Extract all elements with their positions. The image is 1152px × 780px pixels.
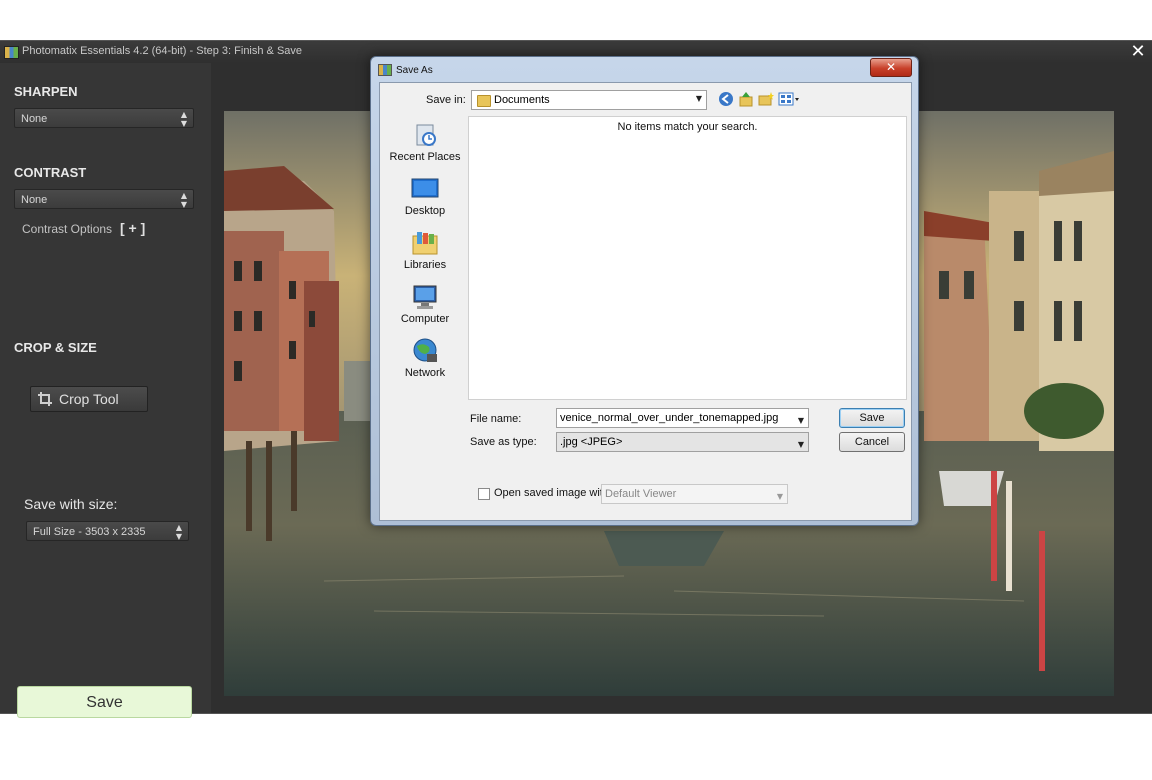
place-libraries[interactable]: Libraries (384, 230, 466, 271)
close-icon[interactable]: ✕ (1128, 42, 1148, 62)
sharpen-select-value: None (21, 113, 48, 125)
place-computer[interactable]: Computer (384, 284, 466, 325)
network-icon (411, 338, 439, 364)
app-icon (4, 46, 19, 59)
select-arrows-icon: ▲ ▼ (180, 191, 187, 209)
recent-places-icon (411, 122, 439, 148)
computer-icon (411, 284, 439, 310)
save-as-dialog: Save As ✕ Save in: Documents ▼ Recent Pl… (370, 56, 919, 526)
chevron-down-icon: ▼ (797, 440, 804, 449)
open-saved-checkbox[interactable] (478, 488, 490, 500)
place-label: Recent Places (389, 151, 461, 163)
contrast-options-label: Contrast Options (22, 222, 113, 236)
empty-list-message: No items match your search. (617, 121, 758, 133)
place-label: Desktop (404, 205, 446, 217)
file-name-value: venice_normal_over_under_tonemapped.jpg (560, 412, 779, 424)
save-type-select[interactable]: .jpg <JPEG> ▼ (556, 432, 809, 452)
settings-sidebar: SHARPEN None ▲ ▼ CONTRAST None ▲ ▼ Contras… (0, 63, 211, 718)
open-saved-label: Open saved image with: (494, 487, 613, 499)
place-desktop[interactable]: Desktop (384, 176, 466, 217)
save-type-label: Save as type: (470, 436, 537, 448)
folder-icon (477, 95, 491, 107)
sharpen-title: SHARPEN (14, 84, 78, 99)
up-folder-icon[interactable] (738, 91, 754, 107)
desktop-icon (411, 176, 439, 202)
crop-size-title: CROP & SIZE (14, 340, 97, 355)
dialog-save-button[interactable]: Save (839, 408, 905, 428)
back-icon[interactable] (718, 91, 734, 107)
save-in-value: Documents (494, 94, 550, 106)
file-name-input[interactable]: venice_normal_over_under_tonemapped.jpg … (556, 408, 809, 428)
crop-tool-label: Crop Tool (59, 391, 119, 407)
contrast-options-toggle[interactable]: [ + ] (120, 220, 145, 236)
view-menu-icon[interactable] (778, 91, 800, 107)
dialog-title: Save As (396, 65, 433, 76)
crop-tool-button[interactable]: Crop Tool (30, 386, 148, 412)
dialog-cancel-button[interactable]: Cancel (839, 432, 905, 452)
contrast-select[interactable]: None ▲ ▼ (14, 189, 194, 209)
dialog-close-button[interactable]: ✕ (870, 58, 912, 77)
select-arrows-icon: ▲ ▼ (180, 110, 187, 128)
save-size-select[interactable]: Full Size - 3503 x 2335 ▲ ▼ (26, 521, 189, 541)
save-type-value: .jpg <JPEG> (560, 436, 623, 448)
place-label: Network (404, 367, 446, 379)
save-button[interactable]: Save (17, 686, 192, 718)
new-folder-icon[interactable] (758, 91, 774, 107)
place-recent-places[interactable]: Recent Places (384, 122, 466, 163)
place-network[interactable]: Network (384, 338, 466, 379)
file-list[interactable]: No items match your search. (468, 116, 907, 400)
contrast-title: CONTRAST (14, 165, 87, 180)
crop-icon (38, 392, 52, 406)
save-size-value: Full Size - 3503 x 2335 (33, 526, 146, 538)
dialog-app-icon (378, 64, 392, 76)
save-in-label: Save in: (426, 94, 466, 106)
libraries-icon (411, 230, 439, 256)
place-label: Libraries (403, 259, 447, 271)
file-name-label: File name: (470, 413, 522, 425)
window-title: Photomatix Essentials 4.2 (64-bit) - Ste… (22, 45, 303, 57)
chevron-down-icon: ▼ (776, 492, 783, 501)
save-size-label: Save with size: (24, 496, 118, 512)
places-bar: Recent Places Desktop Libraries Computer (384, 116, 466, 406)
select-arrows-icon: ▲ ▼ (175, 523, 182, 541)
sharpen-select[interactable]: None ▲ ▼ (14, 108, 194, 128)
dialog-body: Save in: Documents ▼ Recent Places Deskt… (379, 82, 912, 521)
save-in-combo[interactable]: Documents ▼ (471, 90, 707, 110)
chevron-down-icon: ▼ (695, 94, 702, 103)
viewer-value: Default Viewer (605, 488, 677, 500)
viewer-select[interactable]: Default Viewer ▼ (601, 484, 788, 504)
chevron-down-icon: ▼ (797, 416, 804, 425)
place-label: Computer (400, 313, 450, 325)
contrast-select-value: None (21, 194, 48, 206)
